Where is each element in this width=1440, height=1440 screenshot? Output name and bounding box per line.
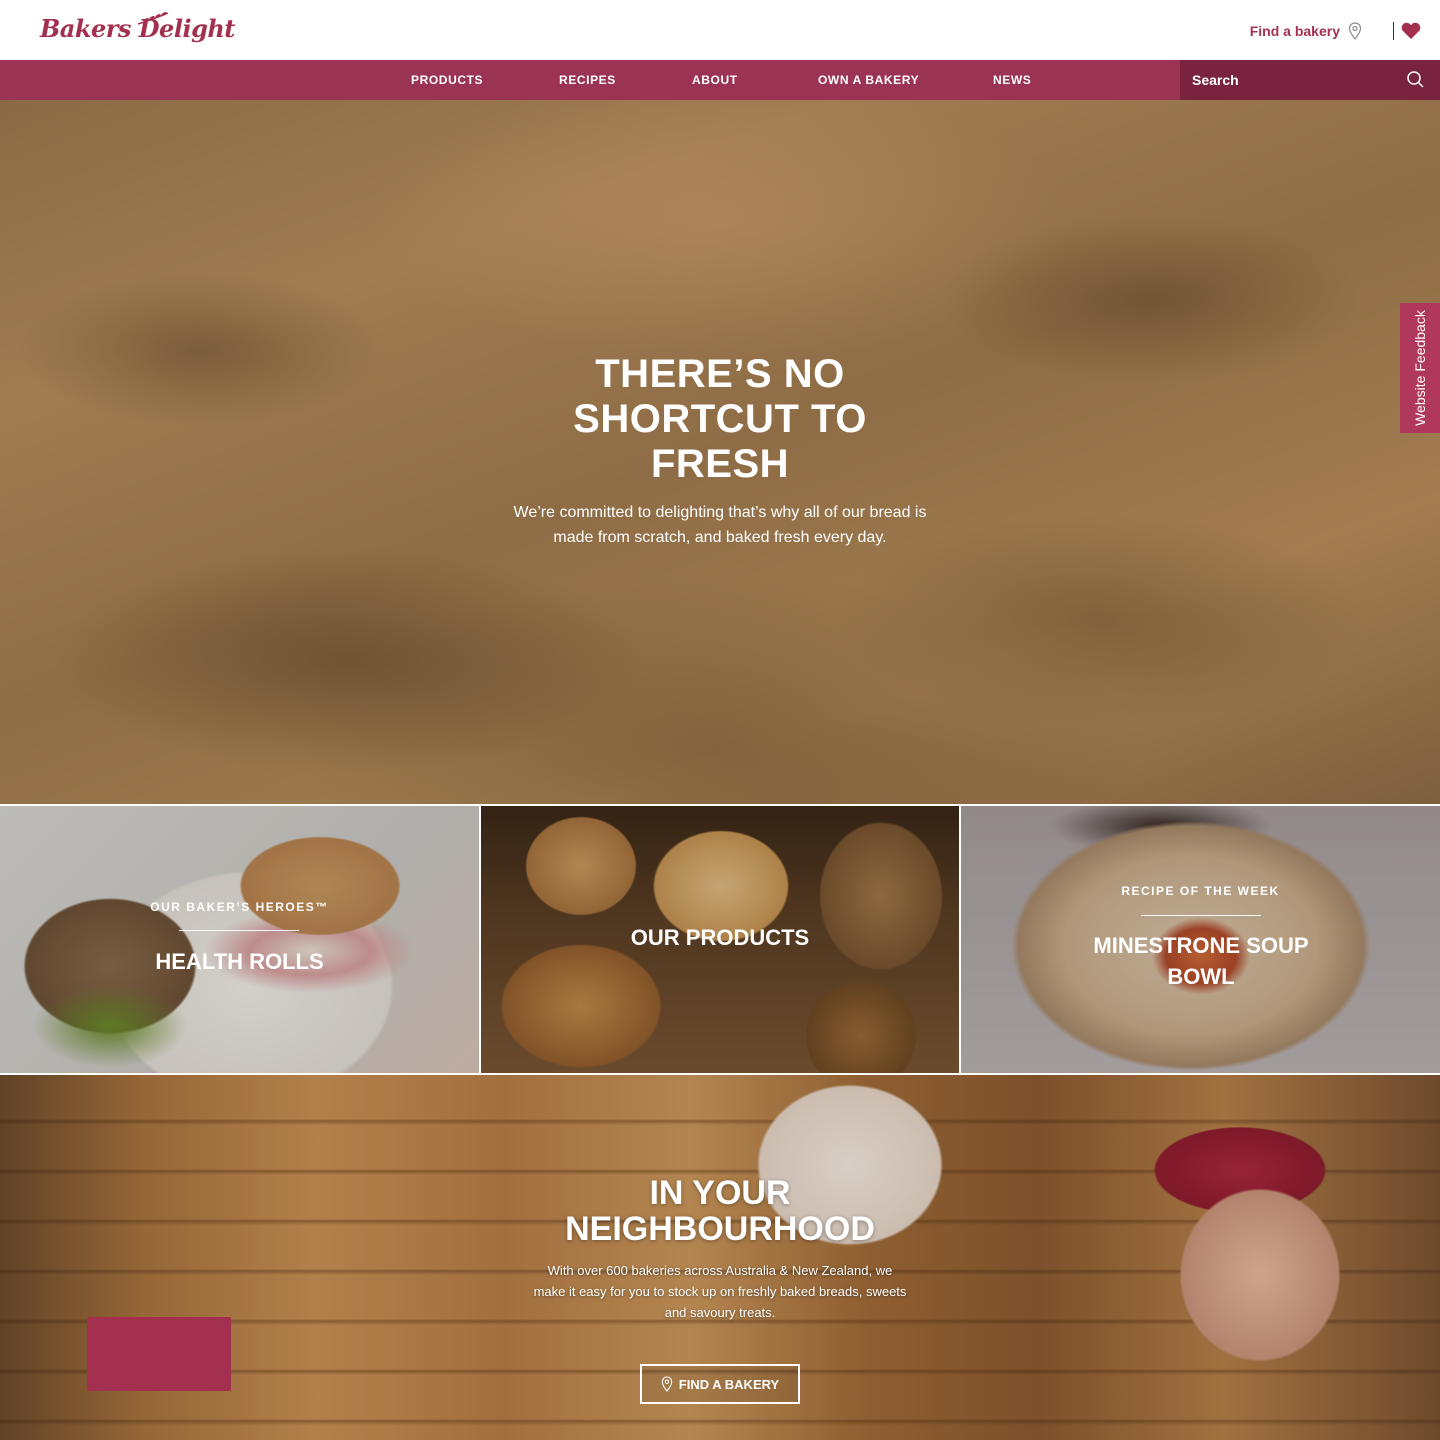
- wheat-icon: [137, 12, 169, 25]
- find-a-bakery-link[interactable]: Find a bakery: [1250, 22, 1362, 40]
- tile-divider: [179, 930, 299, 931]
- search-box: [1180, 60, 1440, 100]
- heart-icon[interactable]: [1401, 22, 1421, 40]
- search-input[interactable]: [1192, 60, 1402, 100]
- nav-item-recipes[interactable]: RECIPES: [559, 60, 616, 100]
- header-divider: [1393, 22, 1394, 40]
- neighbourhood-title: IN YOUR NEIGHBOURHOOD: [565, 1174, 875, 1248]
- find-a-bakery-label: Find a bakery: [1249, 23, 1340, 39]
- nav-item-about[interactable]: ABOUT: [692, 60, 738, 100]
- tile-title: HEALTH ROLLS: [155, 949, 324, 974]
- tile-our-products[interactable]: OUR PRODUCTS: [481, 806, 959, 1073]
- tile-overlay: [0, 806, 479, 1073]
- find-a-bakery-button[interactable]: FIND A BAKERY: [640, 1364, 800, 1404]
- tile-title: OUR PRODUCTS: [630, 925, 810, 950]
- neighbourhood-section: IN YOUR NEIGHBOURHOOD With over 600 bake…: [0, 1075, 1440, 1440]
- website-feedback-tab[interactable]: Website Feedback: [1400, 303, 1440, 433]
- location-pin-icon: [1348, 22, 1362, 40]
- tile-health-rolls[interactable]: OUR BAKER’S HEROES™ HEALTH ROLLS: [0, 806, 479, 1073]
- location-pin-icon: [661, 1376, 673, 1392]
- site-header: Bakers Delight Find a bakery: [0, 0, 1440, 60]
- logo[interactable]: Bakers Delight: [40, 12, 235, 48]
- tile-recipe-of-the-week[interactable]: RECIPE OF THE WEEK MINESTRONE SOUP BOWL: [961, 806, 1440, 1073]
- tile-title: MINESTRONE SOUP BOWL: [1093, 933, 1309, 989]
- hero-title: THERE’S NO SHORTCUT TO FRESH: [573, 352, 867, 486]
- hero-banner: THERE’S NO SHORTCUT TO FRESH We’re commi…: [0, 100, 1440, 804]
- find-a-bakery-button-label: FIND A BAKERY: [678, 1376, 780, 1392]
- search-icon[interactable]: [1406, 70, 1424, 88]
- nav-item-news[interactable]: NEWS: [993, 60, 1031, 100]
- tile-kicker: RECIPE OF THE WEEK: [1121, 884, 1280, 898]
- hero-subtitle: We’re committed to delighting that’s why…: [513, 504, 927, 546]
- tile-kicker: OUR BAKER’S HEROES™: [150, 900, 329, 914]
- website-feedback-label: Website Feedback: [1412, 310, 1428, 426]
- nav-item-own-a-bakery[interactable]: OWN A BAKERY: [818, 60, 919, 100]
- bakery-sign-image: [87, 1317, 231, 1391]
- tile-divider: [1141, 915, 1261, 916]
- nav-item-products[interactable]: PRODUCTS: [411, 60, 483, 100]
- neighbourhood-subtitle: With over 600 bakeries across Australia …: [533, 1263, 907, 1320]
